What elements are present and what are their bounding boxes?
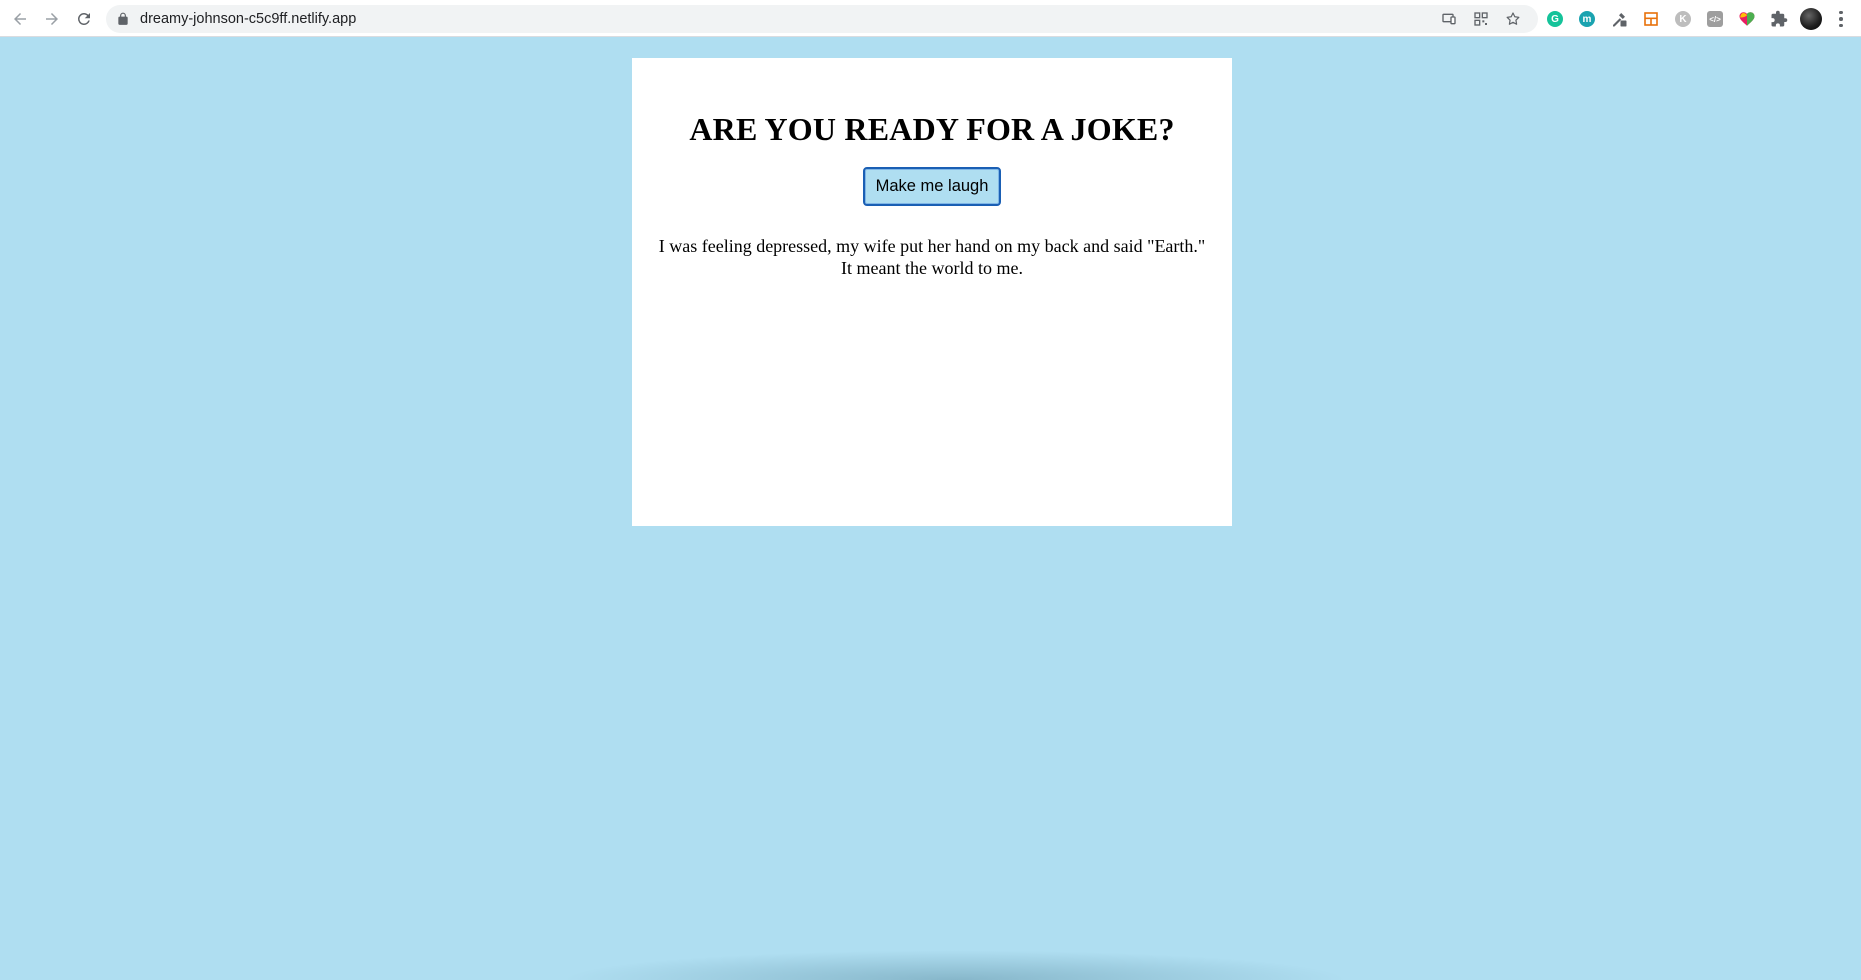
browser-menu-icon[interactable]: [1838, 9, 1844, 29]
url-text[interactable]: dreamy-johnson-c5c9ff.netlify.app: [140, 10, 356, 28]
layout-extension-button[interactable]: [1641, 9, 1661, 29]
k-extension-icon: K: [1675, 11, 1691, 27]
lock-icon: [118, 12, 128, 25]
heart-extension-icon: [1739, 12, 1755, 26]
bookmark-star-button[interactable]: [1504, 10, 1522, 28]
m-extension-icon: m: [1579, 11, 1595, 27]
k-extension-button[interactable]: K: [1673, 9, 1693, 29]
joke-line-1: I was feeling depressed, my wife put her…: [658, 236, 1206, 256]
code-extension-button[interactable]: </>: [1705, 9, 1725, 29]
reload-button[interactable]: [72, 7, 96, 31]
joke-card: ARE YOU READY FOR A JOKE? Make me laugh …: [632, 58, 1232, 526]
make-me-laugh-button[interactable]: Make me laugh: [862, 167, 1002, 206]
cast-icon: [1442, 13, 1456, 25]
address-bar[interactable]: dreamy-johnson-c5c9ff.netlify.app: [106, 5, 1538, 33]
grammarly-extension-button[interactable]: G: [1545, 9, 1565, 29]
joke-text: I was feeling depressed, my wife put her…: [656, 235, 1208, 279]
joke-line-2: It meant the world to me.: [841, 258, 1023, 278]
eyedropper-extension-button[interactable]: [1609, 9, 1629, 29]
browser-toolbar: dreamy-johnson-c5c9ff.netlify.app G m K …: [0, 0, 1861, 37]
page-title: ARE YOU READY FOR A JOKE?: [689, 111, 1175, 147]
page-bottom-shadow: [560, 950, 1350, 980]
arrow-right-icon: [46, 13, 58, 25]
qr-code-icon: [1474, 12, 1488, 26]
layout-extension-icon: [1644, 12, 1658, 26]
heart-extension-button[interactable]: [1737, 9, 1757, 29]
arrow-left-icon: [14, 13, 26, 25]
reload-icon: [77, 12, 90, 25]
qr-code-button[interactable]: [1472, 10, 1490, 28]
grammarly-extension-icon: G: [1547, 11, 1563, 27]
puzzle-extensions-icon: [1771, 10, 1788, 27]
forward-button[interactable]: [40, 7, 64, 31]
m-extension-button[interactable]: m: [1577, 9, 1597, 29]
code-extension-icon: </>: [1707, 11, 1723, 27]
cast-button[interactable]: [1440, 10, 1458, 28]
eyedropper-extension-icon: [1613, 13, 1627, 27]
profile-avatar[interactable]: [1800, 8, 1822, 30]
back-button[interactable]: [8, 7, 32, 31]
extensions-menu-button[interactable]: [1769, 9, 1789, 29]
star-icon: [1506, 12, 1520, 25]
